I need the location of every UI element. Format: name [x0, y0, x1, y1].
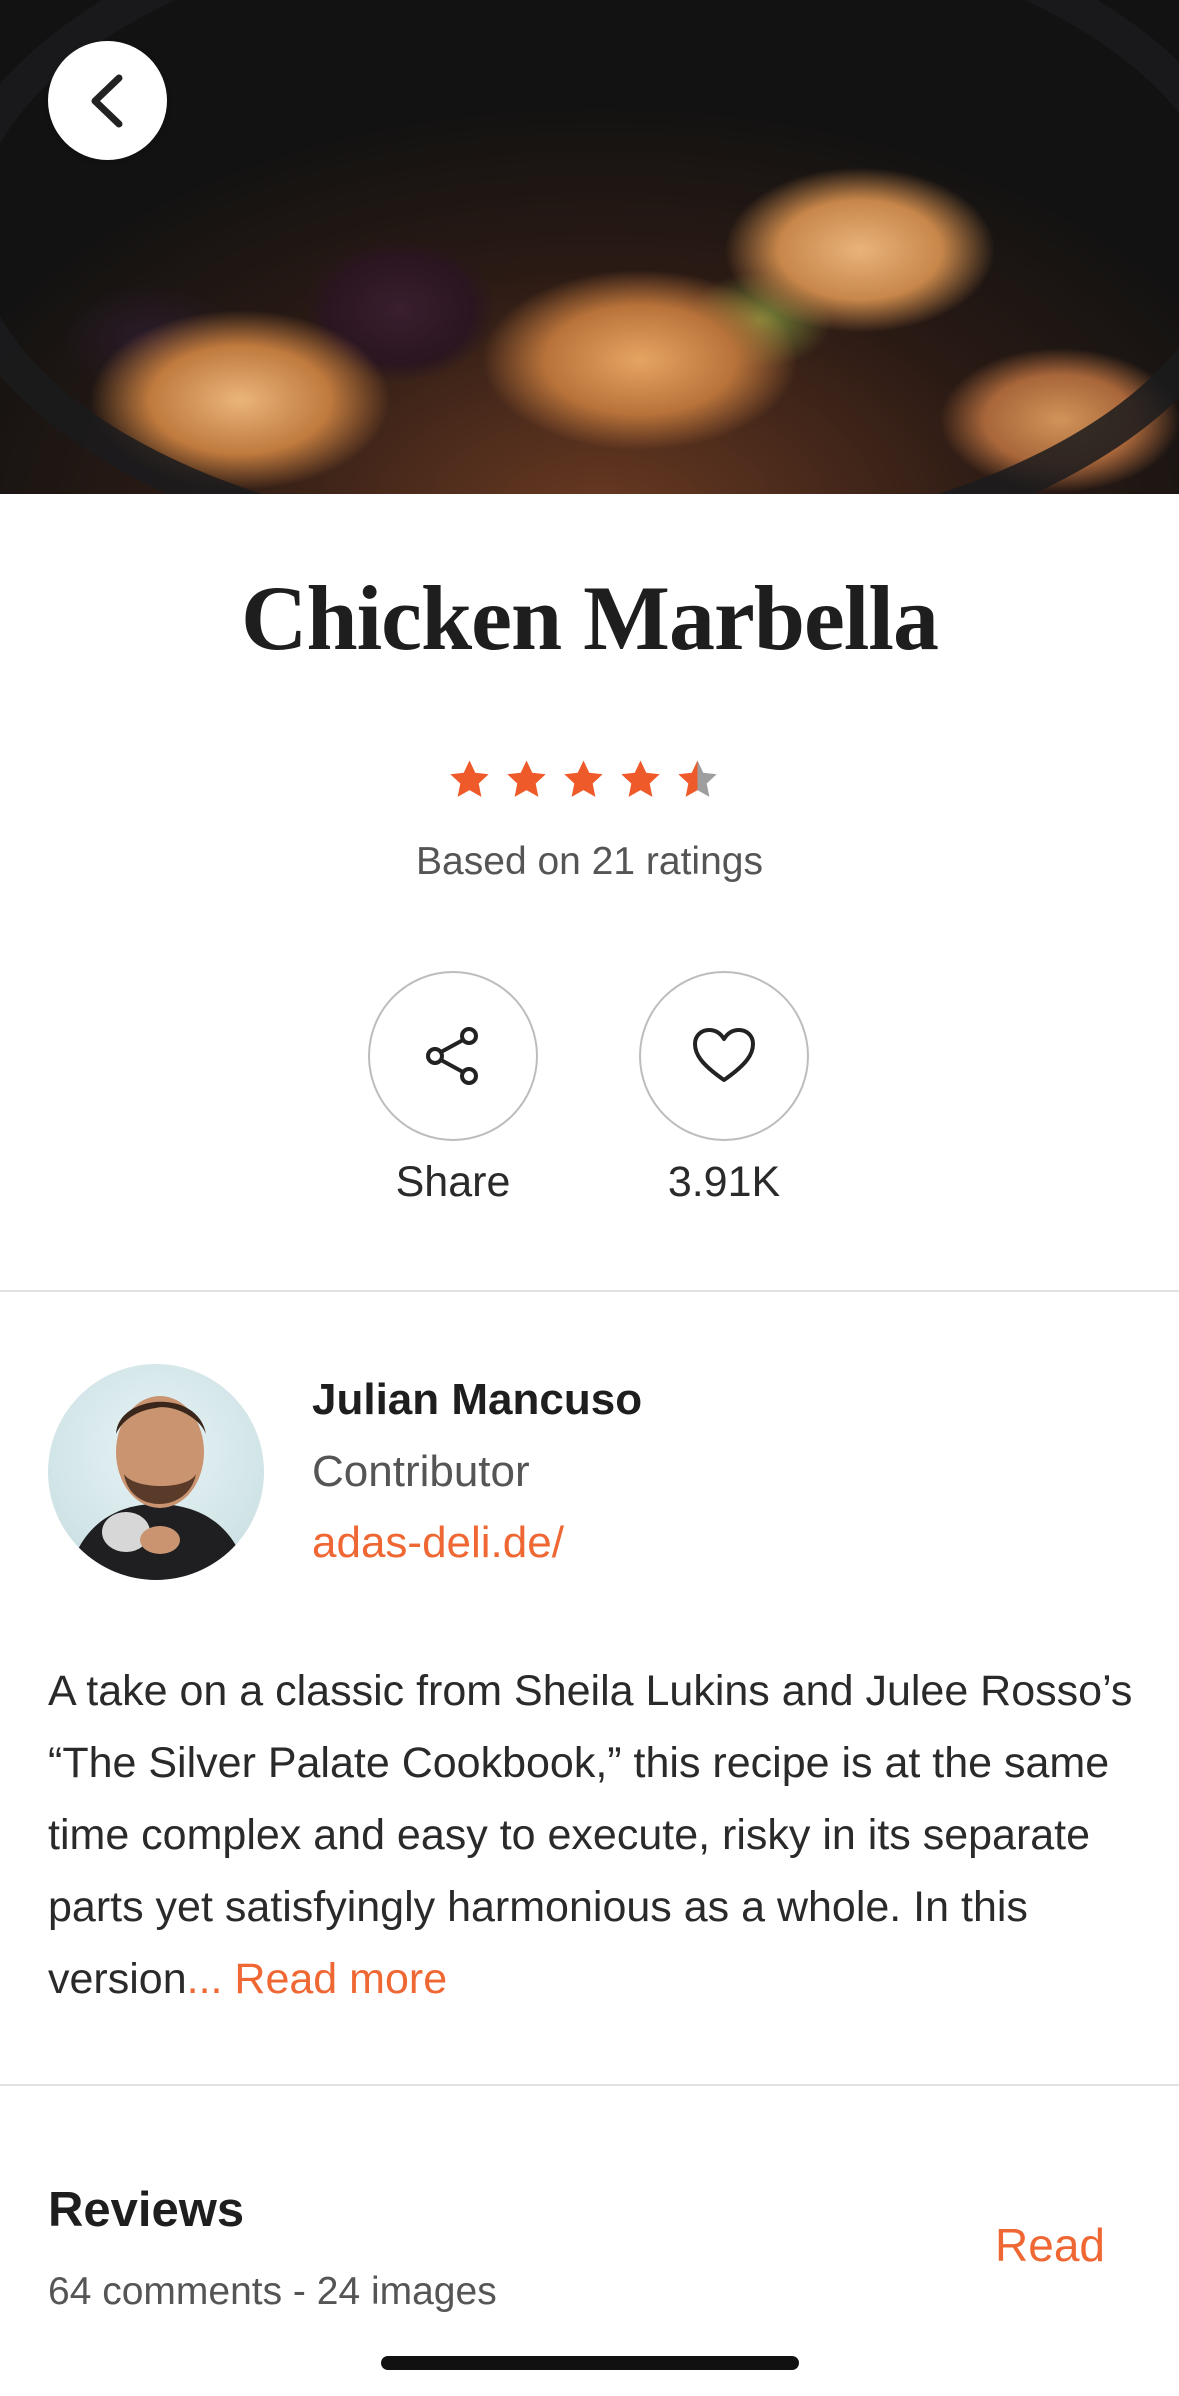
author-link[interactable]: adas-deli.de/: [312, 1518, 564, 1568]
reviews-summary: 64 comments - 24 images: [48, 2270, 497, 2313]
read-more-link[interactable]: ... Read more: [187, 1955, 448, 2003]
star-icon: [564, 760, 603, 797]
star-icon: [450, 760, 489, 797]
description-text: A take on a classic from Sheila Lukins a…: [48, 1667, 1133, 2003]
share-icon: [426, 1027, 478, 1085]
recipe-title: Chicken Marbella: [241, 567, 939, 669]
recipe-hero-image: [0, 0, 1179, 494]
home-indicator[interactable]: [381, 2356, 799, 2370]
rating-stars: [446, 757, 721, 803]
heart-icon: [693, 1028, 755, 1082]
ellipsis: ...: [186, 1955, 223, 2003]
divider: [0, 1290, 1179, 1292]
like-button[interactable]: [639, 971, 809, 1141]
star-icon: [507, 760, 546, 797]
ratings-count: Based on 21 ratings: [416, 840, 763, 883]
author-name[interactable]: Julian Mancuso: [312, 1375, 642, 1425]
star-half-icon: [678, 760, 717, 797]
likes-count: 3.91K: [667, 1158, 781, 1206]
star-icon: [621, 760, 660, 797]
back-button[interactable]: [48, 41, 167, 160]
avatar-portrait: [68, 1396, 248, 1580]
divider: [0, 2084, 1179, 2086]
pan-rim: [0, 0, 1179, 494]
share-button[interactable]: [368, 971, 538, 1141]
avatar[interactable]: [48, 1364, 264, 1580]
reviews-read-button[interactable]: Read: [995, 2218, 1105, 2272]
read-more-label: Read more: [234, 1955, 448, 2003]
reviews-title: Reviews: [48, 2183, 245, 2237]
author-role: Contributor: [312, 1447, 530, 1496]
recipe-description: A take on a classic from Sheila Lukins a…: [48, 1655, 1138, 2015]
chevron-left-icon: [91, 74, 122, 127]
share-label: Share: [395, 1158, 511, 1206]
